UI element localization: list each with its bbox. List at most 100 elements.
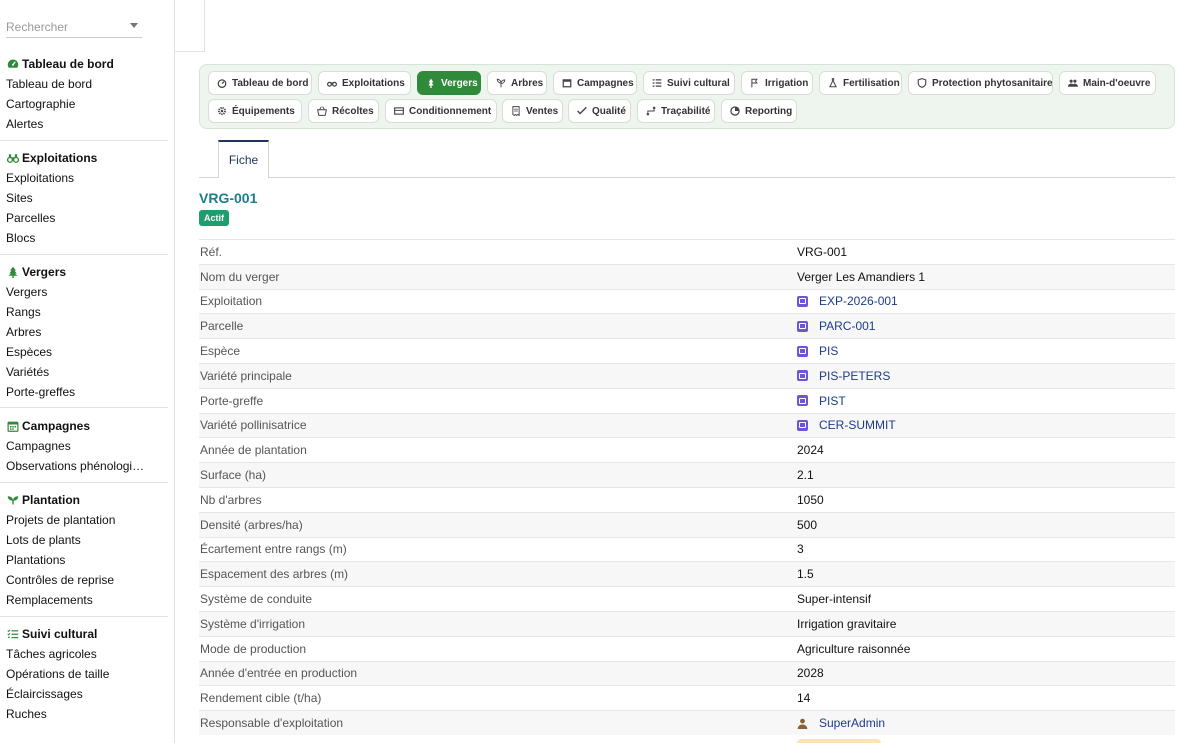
sidebar-item[interactable]: Éclaircissages: [0, 684, 150, 704]
module-button-7[interactable]: Fertilisation: [819, 71, 902, 95]
sidebar-item[interactable]: Rangs: [0, 302, 150, 322]
field-value-text: SuperAdmin: [819, 716, 886, 731]
route-icon: [646, 106, 656, 116]
sidebar-divider: [0, 139, 168, 141]
chevron-down-icon[interactable]: [130, 23, 138, 28]
sidebar-section-label: Plantation: [22, 493, 81, 507]
module-button-4[interactable]: Campagnes: [553, 71, 637, 95]
field-row: Parcelle PARC-001: [199, 313, 1175, 339]
field-value: Super-intensif: [797, 592, 1175, 606]
sidebar-item[interactable]: Campagnes: [0, 436, 150, 456]
sidebar-section-3: Campagnes Campagnes Observations phénologi…: [0, 416, 168, 476]
sidebar-item[interactable]: Plantations: [0, 550, 150, 570]
module-button-3[interactable]: Arbres: [487, 71, 547, 95]
field-row: Système d'irrigation Irrigation gravitair…: [199, 610, 1175, 636]
module-button-16[interactable]: Reporting: [721, 99, 797, 123]
sidebar-section-title[interactable]: Suivi cultural: [0, 624, 168, 644]
module-button-label: Suivi cultural: [667, 77, 730, 89]
sidebar-item[interactable]: Tableau de bord: [0, 74, 150, 94]
module-button-11[interactable]: Récoltes: [308, 99, 379, 123]
field-row: Porte-greffe PIST: [199, 387, 1175, 413]
field-row: Exploitation EXP-2026-001: [199, 288, 1175, 314]
field-value: 1.5: [797, 567, 1175, 581]
module-button-6[interactable]: Irrigation: [741, 71, 813, 95]
sidebar-item[interactable]: Observations phénologiq…: [0, 456, 150, 476]
sidebar-item[interactable]: Contrôles de reprise: [0, 570, 150, 590]
field-value[interactable]: PIS: [797, 344, 1175, 358]
module-button-10[interactable]: Équipements: [208, 99, 302, 123]
module-button-9[interactable]: Main-d'oeuvre: [1059, 71, 1156, 95]
field-value: 3: [797, 542, 1175, 556]
sidebar-section-title[interactable]: Plantation: [0, 490, 168, 510]
field-value[interactable]: PIS-PETERS: [797, 369, 1175, 383]
field-value[interactable]: EXP-2026-001: [797, 294, 1175, 308]
sidebar-divider: [0, 253, 168, 255]
sidebar-section-label: Vergers: [22, 265, 67, 279]
tab-fiche[interactable]: Fiche: [218, 140, 269, 178]
top-panel: [175, 0, 205, 52]
module-button-1[interactable]: Exploitations: [318, 71, 411, 95]
field-label: Mode de production: [200, 641, 307, 656]
field-value: 500: [797, 518, 1175, 532]
field-value[interactable]: SuperAdmin: [797, 716, 1175, 730]
field-value: 2024: [797, 443, 1175, 457]
field-value-text: 3: [797, 542, 804, 557]
record-fields: Réf. VRG-001 Nom du verger Verger Les Amand…: [199, 239, 1175, 735]
field-row: Système de conduite Super-intensif: [199, 586, 1175, 611]
module-button-label: Traçabilité: [661, 105, 711, 117]
sidebar-item[interactable]: Ruches: [0, 704, 150, 724]
sidebar-section-title[interactable]: Campagnes: [0, 416, 168, 436]
sidebar-section-title[interactable]: Tableau de bord: [0, 54, 168, 74]
module-button-12[interactable]: Conditionnement: [385, 99, 497, 123]
module-button-15[interactable]: Traçabilité: [637, 99, 715, 123]
sidebar-item[interactable]: Tâches agricoles: [0, 644, 150, 664]
module-button-label: Reporting: [745, 105, 793, 117]
field-label: Variété principale: [200, 368, 292, 383]
sidebar-item[interactable]: Remplacements: [0, 590, 150, 610]
status-badge: Actif: [199, 210, 229, 226]
sidebar-item[interactable]: Exploitations: [0, 168, 150, 188]
field-row: Année de plantation 2024: [199, 437, 1175, 463]
sidebar-item[interactable]: Parcelles: [0, 208, 150, 228]
sidebar-item[interactable]: Blocs: [0, 228, 150, 248]
field-value: Agriculture raisonnée: [797, 642, 1175, 656]
field-value-text: VRG-001: [797, 244, 848, 259]
sidebar-section-title[interactable]: Vergers: [0, 262, 168, 282]
sidebar-item[interactable]: Sites: [0, 188, 150, 208]
record-link-icon: [797, 419, 808, 431]
sidebar-item[interactable]: Cartographie: [0, 94, 150, 114]
record-title: VRG-001: [199, 190, 258, 206]
module-button-14[interactable]: Qualité: [568, 99, 631, 123]
module-button-5[interactable]: Suivi cultural: [643, 71, 735, 95]
module-button-2[interactable]: Vergers: [417, 71, 481, 95]
sidebar-item[interactable]: Opérations de taille: [0, 664, 150, 684]
field-row: Variété principale PIS-PETERS: [199, 362, 1175, 388]
search-select[interactable]: Rechercher: [6, 16, 142, 38]
sidebar-item[interactable]: Arbres: [0, 322, 150, 342]
sidebar-item[interactable]: Porte-greffes: [0, 382, 150, 402]
field-value-text: EXP-2026-001: [819, 294, 898, 309]
sidebar-section-1: Exploitations Exploitations Sites Parcelles…: [0, 148, 168, 248]
list-icon: [652, 78, 662, 88]
calendar-icon: [6, 420, 19, 433]
sidebar-section-title[interactable]: Exploitations: [0, 148, 168, 168]
sidebar-item[interactable]: Variétés: [0, 362, 150, 382]
module-button-8[interactable]: Protection phytosanitaire: [908, 71, 1053, 95]
module-button-0[interactable]: Tableau de bord: [208, 71, 312, 95]
sidebar-item[interactable]: Lots de plants: [0, 530, 150, 550]
field-value[interactable]: PARC-001: [797, 319, 1175, 333]
module-button-13[interactable]: Ventes: [502, 99, 563, 123]
leaf-icon: [496, 78, 506, 88]
field-value[interactable]: CER-SUMMIT: [797, 418, 1175, 432]
field-value-text: PIS: [819, 344, 839, 359]
sidebar-item[interactable]: Alertes: [0, 114, 150, 134]
module-button-label: Exploitations: [342, 77, 405, 89]
sidebar-item[interactable]: Projets de plantation: [0, 510, 150, 530]
gauge-icon: [217, 78, 227, 88]
field-label: Année d'entrée en production: [200, 666, 358, 681]
sidebar-item[interactable]: Vergers: [0, 282, 150, 302]
sidebar-item[interactable]: Espèces: [0, 342, 150, 362]
field-value[interactable]: PIST: [797, 394, 1175, 408]
sidebar-section-0: Tableau de bord Tableau de bord Cartograph…: [0, 54, 168, 134]
module-button-label: Irrigation: [765, 77, 809, 89]
